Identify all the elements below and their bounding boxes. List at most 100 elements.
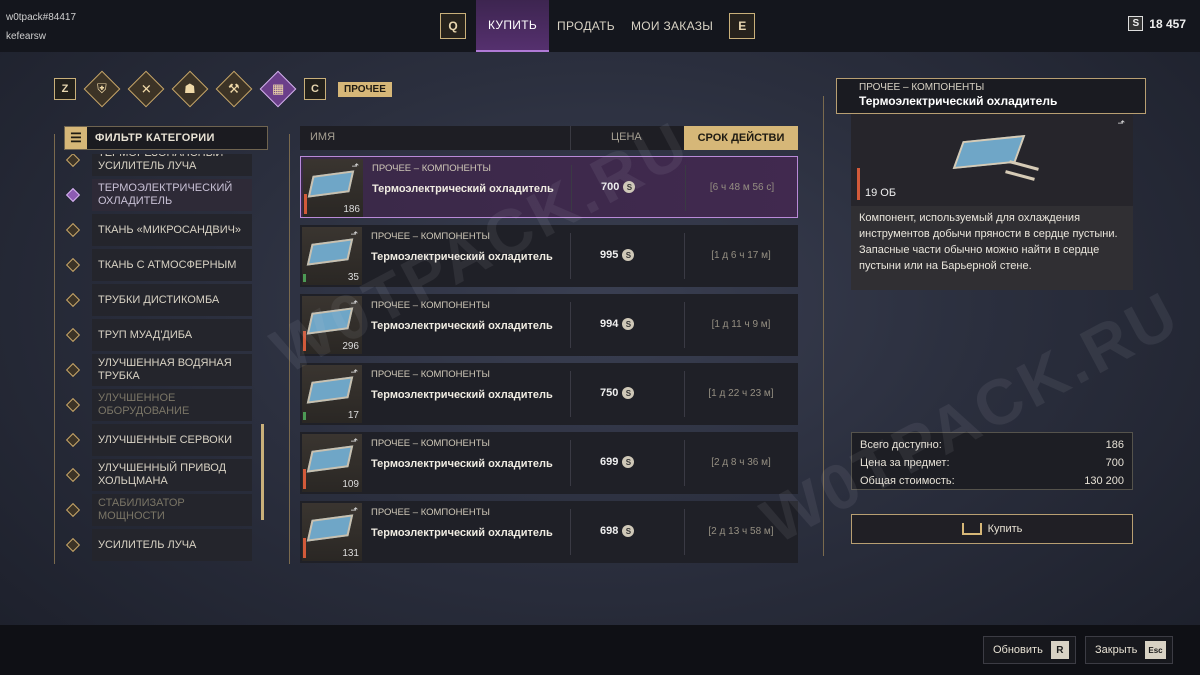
refresh-label: Обновить (993, 644, 1043, 656)
tools-icon[interactable]: ⚒ (215, 70, 253, 108)
table-row[interactable]: ⬏ 186 ПРОЧЕЕ – КОМПОНЕНТЫ Термоэлектричес… (300, 156, 798, 218)
filter-item[interactable]: УСИЛИТЕЛЬ ЛУЧА (62, 529, 262, 561)
category-prev-key[interactable]: Z (54, 78, 76, 100)
solari-coin-icon: S (622, 249, 635, 261)
filter-item[interactable]: УЛУЧШЕННАЯ ВОДЯНАЯ ТРУБКА (62, 354, 262, 386)
column-name-header[interactable]: ИМЯ (310, 131, 335, 143)
diamond-icon (65, 292, 81, 308)
tab-buy[interactable]: КУПИТЬ (476, 0, 550, 52)
diamond-icon (65, 467, 81, 483)
filter-item[interactable]: ТРУБКИ ДИСТИКОМБА (62, 284, 262, 316)
table-row[interactable]: ⬏ 296 ПРОЧЕЕ – КОМПОНЕНТЫ Термоэлектричес… (300, 294, 798, 356)
currency-display: S 18 457 (1128, 16, 1186, 31)
table-row[interactable]: ⬏ 17 ПРОЧЕЕ – КОМПОНЕНТЫ Термоэлектрическ… (300, 363, 798, 425)
diamond-icon (65, 327, 81, 343)
item-thumbnail: ⬏ 186 (303, 159, 363, 217)
filter-item-label: УЛУЧШЕННЫЙ ПРИВОД ХОЛЬЦМАНА (92, 459, 252, 491)
filter-item[interactable]: УЛУЧШЕННЫЙ ПРИВОД ХОЛЬЦМАНА (62, 459, 262, 491)
purchase-summary: Всего доступно: 186 Цена за предмет: 700 О… (851, 432, 1133, 490)
buy-button[interactable]: Купить (851, 514, 1133, 544)
item-price: 750 S (600, 387, 635, 399)
tab-sell[interactable]: ПРОДАТЬ (549, 0, 623, 52)
row-divider (570, 302, 571, 348)
tag-icon: ⬏ (350, 505, 358, 515)
filter-scrollbar[interactable] (261, 424, 264, 520)
diamond-icon (65, 222, 81, 238)
trade-nav: Q КУПИТЬ ПРОДАТЬ МОИ ЗАКАЗЫ E (440, 0, 756, 52)
user-info: w0tpack#84417 kefearsw (6, 8, 76, 46)
utility-icon[interactable]: ☗ (171, 70, 209, 108)
item-thumbnail: ⬏ 131 (302, 503, 362, 561)
price-value: 698 (600, 525, 619, 537)
tag-icon: ⬏ (350, 298, 358, 308)
tab-my-orders[interactable]: МОИ ЗАКАЗЫ (623, 0, 721, 52)
item-name: Термоэлектрический охладитель (371, 527, 553, 539)
item-thumbnail: ⬏ 109 (302, 434, 362, 492)
tag-icon: ⬏ (350, 367, 358, 377)
filter-item-label: УСИЛИТЕЛЬ ЛУЧА (92, 529, 252, 561)
item-name: Термоэлектрический охладитель (371, 320, 553, 332)
item-name: Термоэлектрический охладитель (371, 251, 553, 263)
column-price-header[interactable]: ЦЕНА (611, 131, 642, 143)
item-quantity: 109 (342, 479, 359, 490)
item-quantity: 35 (347, 272, 359, 283)
item-expiry: [2 д 8 ч 36 м] (711, 457, 771, 468)
filter-item[interactable]: ТЕРМОРЕЗОНАНСНЫЙ УСИЛИТЕЛЬ ЛУЧА (62, 154, 262, 176)
close-label: Закрыть (1095, 644, 1138, 656)
diamond-icon (65, 432, 81, 448)
filter-item[interactable]: ТКАНЬ «МИКРОСАНДВИЧ» (62, 214, 262, 246)
item-price: 699 S (600, 456, 635, 468)
filter-item-label: ТКАНЬ С АТМОСФЕРНЫМ (92, 249, 252, 281)
price-value: 995 (600, 249, 619, 261)
solari-icon: S (1128, 16, 1144, 31)
column-expiry-header[interactable]: СРОК ДЕЙСТВИ (684, 126, 798, 150)
item-name: Термоэлектрический охладитель (371, 389, 553, 401)
filter-item[interactable]: УЛУЧШЕННОЕ ОБОРУДОВАНИЕ (62, 389, 262, 421)
tag-icon: ⬏ (350, 229, 358, 239)
diamond-icon (65, 537, 81, 553)
nav-next-key[interactable]: E (729, 13, 756, 39)
filter-item[interactable]: ТРУП МУАД'ДИБА (62, 319, 262, 351)
refresh-button[interactable]: Обновить R (983, 636, 1076, 664)
stat-total-cost: Общая стоимость: 130 200 (860, 472, 1124, 490)
filter-item-selected[interactable]: ТЕРМОЭЛЕКТРИЧЕСКИЙ ОХЛАДИТЕЛЬ (62, 179, 262, 211)
stat-label: Общая стоимость: (860, 475, 955, 487)
price-value: 699 (600, 456, 619, 468)
item-category: ПРОЧЕЕ – КОМПОНЕНТЫ (371, 300, 490, 311)
filter-item[interactable]: ТКАНЬ С АТМОСФЕРНЫМ (62, 249, 262, 281)
table-row[interactable]: ⬏ 35 ПРОЧЕЕ – КОМПОНЕНТЫ Термоэлектрическ… (300, 225, 798, 287)
detail-description: Компонент, используемый для охлаждения и… (851, 206, 1133, 290)
solari-coin-icon: S (622, 318, 635, 330)
item-category: ПРОЧЕЕ – КОМПОНЕНТЫ (371, 438, 490, 449)
filter-item-label: ТРУБКИ ДИСТИКОМБА (92, 284, 252, 316)
detail-name: Термоэлектрический охладитель (859, 94, 1058, 108)
stat-value: 130 200 (1084, 475, 1124, 487)
user-name: kefearsw (6, 31, 47, 42)
table-row[interactable]: ⬏ 109 ПРОЧЕЕ – КОМПОНЕНТЫ Термоэлектричес… (300, 432, 798, 494)
filter-item-label: УЛУЧШЕННОЕ ОБОРУДОВАНИЕ (92, 389, 252, 421)
armor-icon[interactable]: ⛨ (83, 70, 121, 108)
item-quantity: 186 (343, 204, 360, 215)
nav-prev-key[interactable]: Q (440, 13, 466, 39)
filter-item[interactable]: УЛУЧШЕННЫЕ СЕРВОКИ (62, 424, 262, 456)
table-row[interactable]: ⬏ 131 ПРОЧЕЕ – КОМПОНЕНТЫ Термоэлектричес… (300, 501, 798, 563)
item-category: ПРОЧЕЕ – КОМПОНЕНТЫ (371, 507, 490, 518)
row-divider (570, 371, 571, 417)
solari-coin-icon: S (623, 181, 636, 193)
tag-icon: ⬏ (351, 161, 359, 171)
weapons-icon[interactable]: ✕ (127, 70, 165, 108)
filter-list: ТЕРМОРЕЗОНАНСНЫЙ УСИЛИТЕЛЬ ЛУЧА ТЕРМОЭЛЕ… (62, 154, 262, 564)
detail-category: ПРОЧЕЕ – КОМПОНЕНТЫ (859, 82, 985, 93)
misc-icon[interactable]: ▦ (259, 70, 297, 108)
filter-item-label: ТРУП МУАД'ДИБА (92, 319, 252, 351)
filter-item[interactable]: СТАБИЛИЗАТОР МОЩНОСТИ (62, 494, 262, 526)
category-next-key[interactable]: C (304, 78, 326, 100)
stat-unit-price: Цена за предмет: 700 (860, 454, 1124, 472)
item-expiry: [1 д 22 ч 23 м] (708, 388, 774, 399)
row-divider (570, 233, 571, 279)
item-name: Термоэлектрический охладитель (371, 458, 553, 470)
filter-header[interactable]: ☰ ФИЛЬТР КАТЕГОРИИ (64, 126, 268, 150)
row-divider (571, 165, 572, 211)
close-button[interactable]: Закрыть Esc (1085, 636, 1173, 664)
table-header: ИМЯ ЦЕНА СРОК ДЕЙСТВИ (300, 126, 798, 150)
